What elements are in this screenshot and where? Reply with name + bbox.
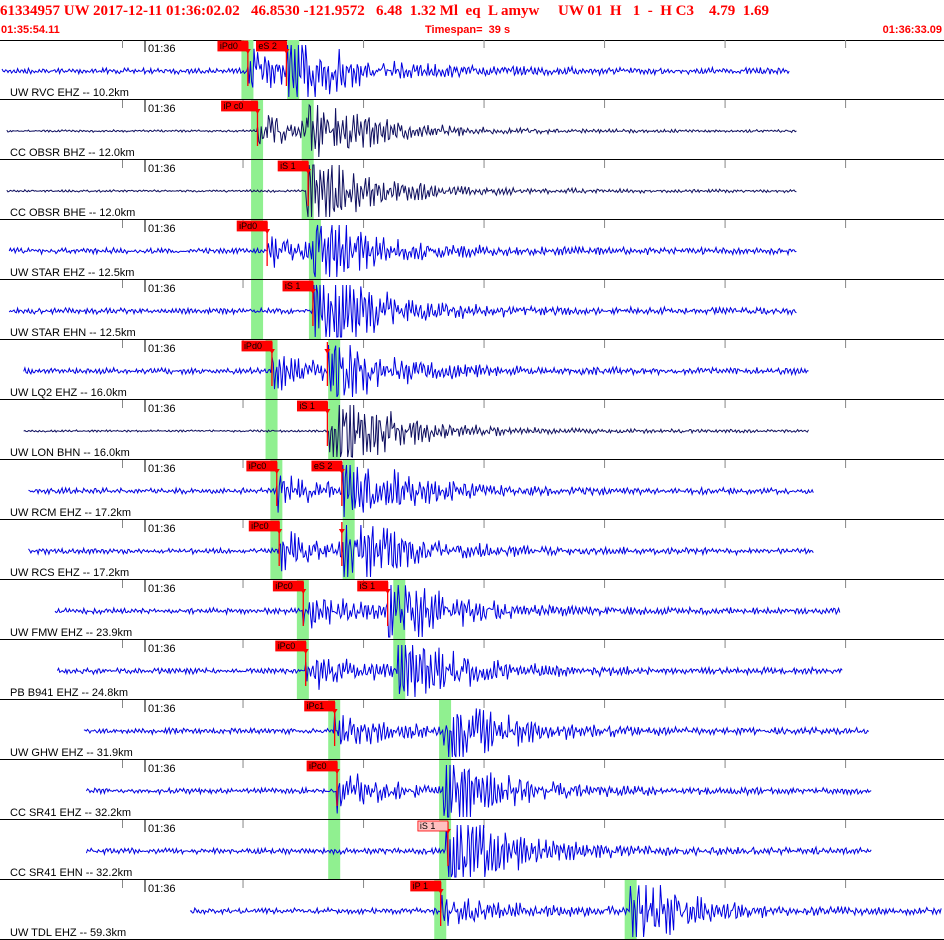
time-tick-label: 01:36 — [148, 43, 176, 55]
trace-panel: 01:36 iS 1 UW LON BHN -- 16.0km — [0, 400, 944, 460]
pick-label: iPc0 — [246, 460, 278, 472]
trace-panel: 01:36 iS 1 CC OBSR BHE -- 12.0km — [0, 160, 944, 220]
channel-label: UW RCM EHZ -- 17.2km — [10, 507, 131, 519]
pick-label: iPc0 — [248, 520, 280, 532]
time-tick-label: 01:36 — [148, 223, 176, 235]
end-time: 01:36:33.09 — [882, 24, 942, 36]
channel-label: CC SR41 EHN -- 32.2km — [10, 867, 132, 879]
waveform-trace — [189, 884, 942, 938]
pick-phase-text: iS 1 — [280, 161, 296, 171]
pick-label: iP c0 — [221, 100, 258, 112]
pick-label: iPd0 — [241, 340, 273, 352]
pick-phase-text: iPd0 — [244, 341, 262, 351]
waveform-trace — [28, 524, 814, 578]
waveform-trace — [23, 404, 809, 458]
pick-phase-text: iPc0 — [251, 521, 269, 531]
pick-phase-text: eS 2 — [314, 461, 333, 471]
channel-label: UW FMW EHZ -- 23.9km — [10, 627, 132, 639]
channel-label: UW STAR EHZ -- 12.5km — [10, 267, 134, 279]
pick-label: iPd0 — [217, 40, 249, 52]
channel-label: CC OBSR BHE -- 12.0km — [10, 207, 135, 219]
channel-label: UW TDL EHZ -- 59.3km — [10, 927, 126, 939]
pick-phase-text: iPc1 — [307, 701, 325, 711]
header-bar: 61334957 UW 2017-12-11 01:36:02.02 46.85… — [0, 0, 944, 40]
pick-window — [251, 280, 264, 340]
pick-label: iS 1 — [282, 280, 314, 292]
channel-label: CC SR41 EHZ -- 32.2km — [10, 807, 131, 819]
pick-label: iS 1 — [277, 160, 309, 172]
seismogram-plot: 01:36 iPd0 eS 2 UW RVC EHZ -- 10.2km 01:36 iP… — [0, 40, 944, 940]
trace-panel: 01:36 iPc0 CC SR41 EHZ -- 32.2km — [0, 760, 944, 820]
pick-window — [265, 400, 278, 460]
waveform-trace — [85, 824, 872, 878]
waveform-trace — [83, 708, 870, 758]
channel-label: UW RVC EHZ -- 10.2km — [10, 87, 129, 99]
trace-panel: 01:36 iS 1 UW STAR EHN -- 12.5km — [0, 280, 944, 340]
channel-label: CC OBSR BHZ -- 12.0km — [10, 147, 135, 159]
time-tick-label: 01:36 — [148, 763, 176, 775]
pick-phase-text: iS 1 — [299, 401, 315, 411]
waveform-trace — [85, 764, 872, 818]
time-tick-label: 01:36 — [148, 463, 176, 475]
pick-phase-text: iPc0 — [309, 761, 327, 771]
time-tick-label: 01:36 — [148, 523, 176, 535]
pick-label: iPc1 — [304, 700, 336, 712]
pick-phase-text: eS 2 — [258, 41, 277, 51]
pick-phase-text: iP c0 — [223, 101, 243, 111]
pick-label: iPc0 — [272, 580, 304, 592]
time-tick-label: 01:36 — [148, 583, 176, 595]
channel-label: UW STAR EHN -- 12.5km — [10, 327, 136, 339]
time-tick-label: 01:36 — [148, 103, 176, 115]
pick-phase-text: iP 1 — [413, 881, 428, 891]
pick-label: eS 2 — [256, 40, 287, 52]
channel-label: PB B941 EHZ -- 24.8km — [10, 687, 128, 699]
time-tick-label: 01:36 — [148, 703, 176, 715]
pick-phase-text: iPd0 — [220, 41, 238, 51]
trace-panel: 01:36 iPc0 PB B941 EHZ -- 24.8km — [0, 640, 944, 700]
pick-phase-text: iPc0 — [278, 641, 296, 651]
trace-panel: 01:36 iPd0 UW LQ2 EHZ -- 16.0km — [0, 340, 944, 400]
time-tick-label: 01:36 — [148, 163, 176, 175]
pick-phase-text: iPc0 — [275, 581, 293, 591]
pick-label: iS 1 — [417, 820, 449, 832]
pick-label: iS 1 — [296, 400, 328, 412]
channel-label: UW LQ2 EHZ -- 16.0km — [10, 387, 127, 399]
pick-label: eS 2 — [311, 460, 343, 472]
trace-panel: 01:36 iPc0 UW RCS EHZ -- 17.2km — [0, 520, 944, 580]
time-tick-label: 01:36 — [148, 343, 176, 355]
start-time: 01:35:54.11 — [1, 24, 60, 36]
pick-phase-text: iS 1 — [360, 581, 376, 591]
trace-panel: 01:36 iPc0 eS 2 UW RCM EHZ -- 17.2km — [0, 460, 944, 520]
pick-phase-text: iPd0 — [239, 221, 257, 231]
pick-phase-text: iS 1 — [420, 821, 436, 831]
pick-label: iS 1 — [357, 580, 389, 592]
trace-panel: 01:36 iPc0 iS 1 UW FMW EHZ -- 23.9km — [0, 580, 944, 640]
time-tick-label: 01:36 — [148, 403, 176, 415]
trace-panel: 01:36 iPc1 UW GHW EHZ -- 31.9km — [0, 700, 944, 760]
channel-label: UW LON BHN -- 16.0km — [10, 447, 130, 459]
pick-phase-text: iS 1 — [285, 281, 301, 291]
trace-panel: 01:36 iP c0 CC OBSR BHZ -- 12.0km — [0, 100, 944, 160]
channel-label: UW GHW EHZ -- 31.9km — [10, 747, 133, 759]
trace-panel: 01:36 iPd0 UW STAR EHZ -- 12.5km — [0, 220, 944, 280]
pick-phase-text: iPc0 — [249, 461, 267, 471]
waveform-trace — [23, 344, 809, 398]
pick-label: iPc0 — [306, 760, 338, 772]
timespan-label: Timespan= 39 s — [425, 24, 511, 36]
time-tick-label: 01:36 — [148, 883, 176, 895]
pick-label: iP 1 — [410, 880, 442, 892]
event-title: 61334957 UW 2017-12-11 01:36:02.02 46.85… — [0, 3, 770, 19]
pick-label: iPd0 — [236, 220, 268, 232]
channel-label: UW RCS EHZ -- 17.2km — [10, 567, 129, 579]
time-tick-label: 01:36 — [148, 643, 176, 655]
trace-panel: 01:36 iS 1 CC SR41 EHN -- 32.2km — [0, 820, 944, 880]
waveform-trace — [28, 464, 814, 518]
time-tick-label: 01:36 — [148, 283, 176, 295]
trace-panel: 01:36 iP 1 UW TDL EHZ -- 59.3km — [0, 880, 944, 940]
trace-panel: 01:36 iPd0 eS 2 UW RVC EHZ -- 10.2km — [0, 40, 944, 100]
time-tick-label: 01:36 — [148, 823, 176, 835]
pick-label: iPc0 — [275, 640, 307, 652]
